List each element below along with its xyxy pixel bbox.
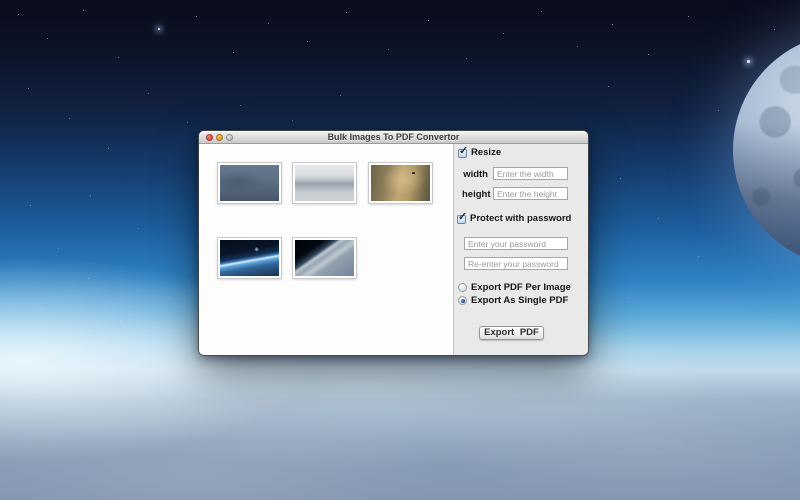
app-window: Bulk Images To PDF Convertor ✓ Resize wi…	[199, 131, 588, 355]
thumbnail-earth-atmosphere-closeup[interactable]	[293, 238, 356, 278]
image-gallery	[199, 144, 453, 355]
thumbnail-misty-blue-mountains[interactable]	[218, 163, 281, 203]
window-title: Bulk Images To PDF Convertor	[199, 131, 588, 143]
protect-password-label[interactable]: Protect with password	[470, 213, 571, 224]
thumbnail-foggy-lake-reflection[interactable]	[293, 163, 356, 203]
thumbnail-earth-horizon-with-moon[interactable]	[218, 238, 281, 278]
radio-export-as-single-pdf-label[interactable]: Export As Single PDF	[471, 295, 568, 306]
width-label: width	[462, 169, 488, 180]
export-pdf-button[interactable]: Export PDF	[479, 326, 544, 340]
bird-silhouette	[412, 172, 415, 174]
titlebar[interactable]: Bulk Images To PDF Convertor	[199, 131, 588, 144]
protect-password-checkbox[interactable]: ✓	[457, 215, 466, 224]
resize-label[interactable]: Resize	[471, 147, 501, 158]
settings-panel: ✓ Resize width height ✓ Protect with pas…	[453, 144, 588, 355]
radio-export-as-single-pdf[interactable]	[458, 296, 467, 305]
checkmark-icon: ✓	[458, 210, 467, 223]
password-confirm-input[interactable]	[464, 257, 568, 270]
height-label: height	[462, 189, 488, 200]
width-input[interactable]	[493, 167, 568, 180]
radio-dot-icon	[461, 299, 465, 303]
height-input[interactable]	[493, 187, 568, 200]
radio-export-pdf-per-image-label[interactable]: Export PDF Per Image	[471, 282, 571, 293]
password-input[interactable]	[464, 237, 568, 250]
radio-export-pdf-per-image[interactable]	[458, 283, 467, 292]
checkmark-icon: ✓	[459, 144, 468, 157]
thumbnail-golden-waterfall-with-bird[interactable]	[369, 163, 432, 203]
resize-checkbox[interactable]: ✓	[458, 149, 467, 158]
